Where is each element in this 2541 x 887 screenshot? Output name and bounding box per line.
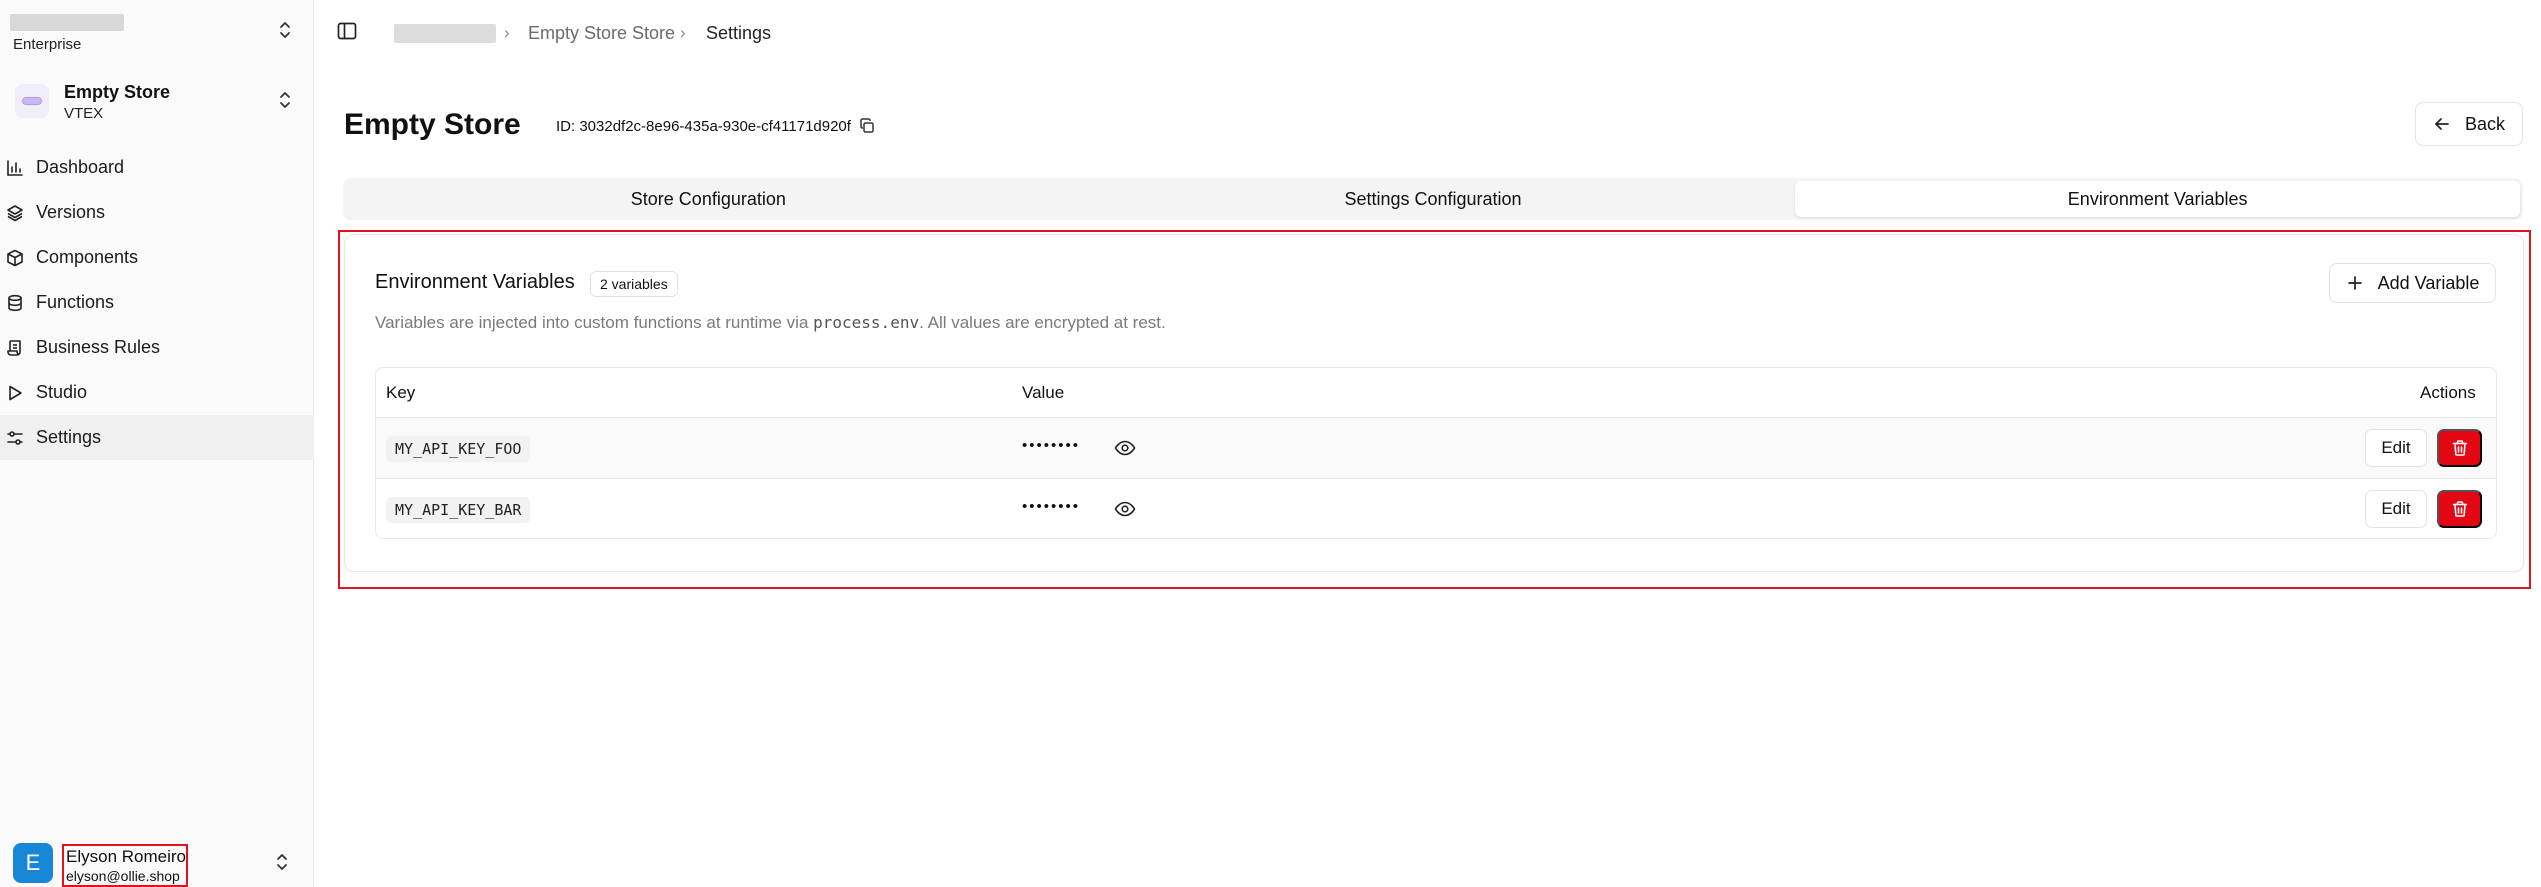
store-platform: VTEX <box>64 105 104 122</box>
sidebar-item-components[interactable]: Components <box>0 235 314 280</box>
sidebar-item-business-rules[interactable]: Business Rules <box>0 325 314 370</box>
chevrons-up-down-icon[interactable] <box>277 20 293 40</box>
org-switcher[interactable]: Enterprise <box>10 12 300 58</box>
sidebar-item-dashboard[interactable]: Dashboard <box>0 145 314 190</box>
breadcrumb-root-redacted[interactable] <box>394 24 496 43</box>
sidebar-item-settings[interactable]: Settings <box>0 415 314 460</box>
highlight-frame <box>338 230 2531 589</box>
back-button-label: Back <box>2464 113 2506 134</box>
tab-store-configuration[interactable]: Store Configuration <box>346 181 1071 217</box>
user-email: elyson@ollie.shop <box>66 868 180 884</box>
sidebar-item-label: Studio <box>36 382 88 402</box>
sidebar-item-functions[interactable]: Functions <box>0 280 314 325</box>
sidebar: Enterprise Empty Store VTEX Dashboard Ve… <box>0 0 314 887</box>
back-button[interactable]: Back <box>2415 102 2523 146</box>
sliders-icon <box>6 429 24 447</box>
breadcrumb-store[interactable]: Empty Store Store <box>528 23 675 44</box>
sidebar-nav: Dashboard Versions Components Functions … <box>0 145 314 460</box>
chevrons-up-down-icon[interactable] <box>277 90 293 110</box>
user-menu[interactable]: E Elyson Romeiro elyson@ollie.shop <box>0 838 314 887</box>
page-title: Empty Store <box>344 108 521 141</box>
arrow-left-icon <box>2433 115 2451 133</box>
user-info: Elyson Romeiro elyson@ollie.shop <box>62 844 188 887</box>
org-name-redacted <box>10 14 124 31</box>
box-icon <box>6 249 24 267</box>
copy-icon[interactable] <box>859 118 875 134</box>
sidebar-item-versions[interactable]: Versions <box>0 190 314 235</box>
chevrons-up-down-icon[interactable] <box>274 852 290 872</box>
store-id-chip: ID: 3032df2c-8e96-435a-930e-cf41171d920f <box>548 112 883 140</box>
sidebar-item-label: Functions <box>36 292 115 312</box>
org-plan: Enterprise <box>13 36 82 53</box>
layers-icon <box>6 204 24 222</box>
store-name: Empty Store <box>64 82 171 102</box>
tab-settings-configuration[interactable]: Settings Configuration <box>1071 181 1796 217</box>
avatar: E <box>13 843 53 883</box>
sidebar-item-label: Business Rules <box>36 337 161 357</box>
tab-environment-variables[interactable]: Environment Variables <box>1795 181 2521 217</box>
chevron-right-icon: › <box>504 23 510 42</box>
sidebar-item-studio[interactable]: Studio <box>0 370 314 415</box>
play-icon <box>6 384 24 402</box>
store-id-text: ID: 3032df2c-8e96-435a-930e-cf41171d920f <box>556 117 851 135</box>
database-icon <box>6 294 24 312</box>
sidebar-item-label: Versions <box>36 202 106 222</box>
bar-chart-icon <box>6 159 24 177</box>
user-name: Elyson Romeiro <box>66 847 186 866</box>
breadcrumb-current: Settings <box>706 23 772 43</box>
sidebar-item-label: Components <box>36 247 139 267</box>
sidebar-item-label: Dashboard <box>36 157 125 177</box>
chevron-right-icon: › <box>680 23 686 42</box>
topbar: › Empty Store Store › Settings <box>314 0 2541 66</box>
scroll-icon <box>6 339 24 357</box>
store-switcher[interactable]: Empty Store VTEX <box>10 76 300 126</box>
settings-tabs: Store Configuration Settings Configurati… <box>343 178 2523 220</box>
sidebar-toggle-icon[interactable] <box>336 20 358 42</box>
sidebar-item-label: Settings <box>36 427 102 447</box>
store-logo <box>15 84 49 118</box>
